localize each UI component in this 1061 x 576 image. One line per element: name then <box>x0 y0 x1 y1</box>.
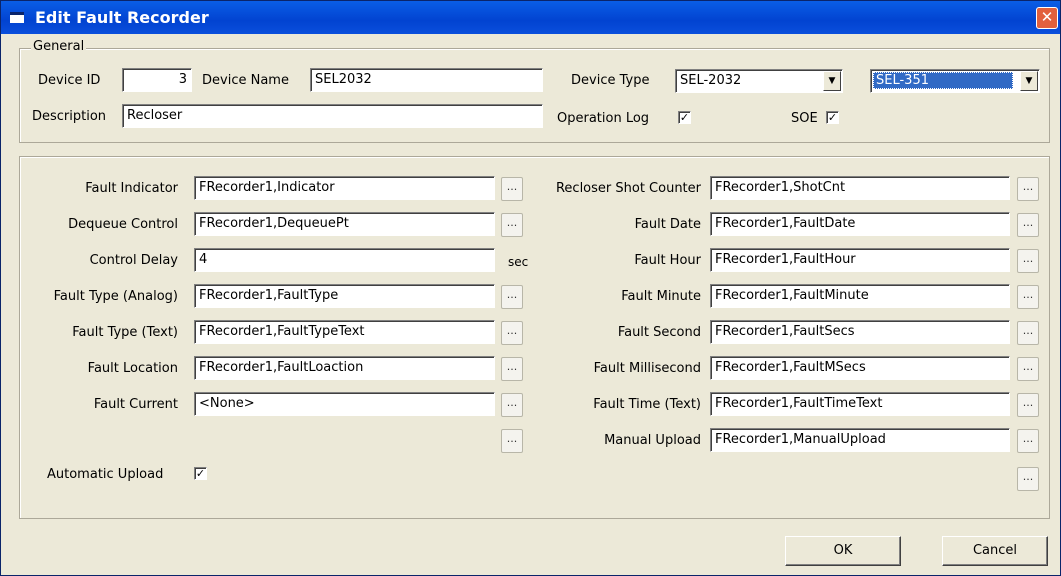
window-title: Edit Fault Recorder <box>35 8 209 27</box>
fault-minute-browse-button[interactable]: ... <box>1017 285 1039 309</box>
soe-label: SOE <box>791 111 818 126</box>
fault-date-browse-button[interactable]: ... <box>1017 213 1039 237</box>
recloser-shot-counter-field[interactable]: FRecorder1,ShotCnt <box>710 176 1010 200</box>
extra-browse-button[interactable]: ... <box>501 429 523 453</box>
fault-current-label: Fault Current <box>93 397 178 412</box>
control-delay-label: Control Delay <box>89 253 178 268</box>
general-legend: General <box>31 39 87 54</box>
operation-log-checkbox[interactable]: ✓ <box>678 111 691 124</box>
automatic-upload-label: Automatic Upload <box>47 467 164 482</box>
device-id-label: Device ID <box>38 73 101 88</box>
fault-second-browse-button[interactable]: ... <box>1017 321 1039 345</box>
fault-date-label: Fault Date <box>634 217 701 232</box>
fault-millisecond-label: Fault Millisecond <box>593 361 701 376</box>
description-field[interactable]: Recloser <box>122 104 543 128</box>
fault-time-text-label: Fault Time (Text) <box>593 397 701 412</box>
general-group <box>19 48 1050 143</box>
fault-type-text-browse-button[interactable]: ... <box>501 321 523 345</box>
fault-hour-browse-button[interactable]: ... <box>1017 249 1039 273</box>
fault-indicator-browse-button[interactable]: ... <box>501 177 523 201</box>
fault-time-text-browse-button[interactable]: ... <box>1017 393 1039 417</box>
automatic-upload-checkbox[interactable]: ✓ <box>194 467 207 480</box>
fault-millisecond-browse-button[interactable]: ... <box>1017 357 1039 381</box>
dequeue-control-label: Dequeue Control <box>68 217 178 232</box>
fault-location-field[interactable]: FRecorder1,FaultLoaction <box>194 356 495 380</box>
manual-upload-label: Manual Upload <box>604 433 701 448</box>
cancel-button[interactable]: Cancel <box>942 536 1048 566</box>
extra-right-browse-button[interactable]: ... <box>1017 467 1039 491</box>
dequeue-control-browse-button[interactable]: ... <box>501 213 523 237</box>
manual-upload-field[interactable]: FRecorder1,ManualUpload <box>710 428 1010 452</box>
fault-second-field[interactable]: FRecorder1,FaultSecs <box>710 320 1010 344</box>
device-type-value: SEL-2032 <box>680 73 742 88</box>
fault-indicator-label: Fault Indicator <box>85 181 178 196</box>
device-subtype-value: SEL-351 <box>873 72 1013 89</box>
fault-time-text-field[interactable]: FRecorder1,FaultTimeText <box>710 392 1010 416</box>
fault-minute-label: Fault Minute <box>621 289 701 304</box>
device-type-select[interactable]: SEL-2032 ▼ <box>675 69 843 93</box>
chevron-down-icon[interactable]: ▼ <box>1020 71 1038 91</box>
control-delay-field[interactable]: 4 <box>194 248 495 272</box>
fault-current-field[interactable]: <None> <box>194 392 495 416</box>
device-type-label: Device Type <box>571 73 650 88</box>
device-id-field[interactable]: 3 <box>122 68 192 92</box>
soe-checkbox[interactable]: ✓ <box>826 111 839 124</box>
manual-upload-browse-button[interactable]: ... <box>1017 429 1039 453</box>
fault-type-analog-label: Fault Type (Analog) <box>53 289 178 304</box>
fault-type-analog-browse-button[interactable]: ... <box>501 285 523 309</box>
fault-hour-label: Fault Hour <box>634 253 701 268</box>
fault-date-field[interactable]: FRecorder1,FaultDate <box>710 212 1010 236</box>
fault-location-label: Fault Location <box>87 361 178 376</box>
fault-indicator-field[interactable]: FRecorder1,Indicator <box>194 176 495 200</box>
device-subtype-select[interactable]: SEL-351 ▼ <box>870 69 1040 93</box>
close-button[interactable]: ✕ <box>1036 7 1058 29</box>
ok-button[interactable]: OK <box>785 536 901 566</box>
recloser-shot-counter-browse-button[interactable]: ... <box>1017 177 1039 201</box>
device-name-label: Device Name <box>202 73 289 88</box>
title-bar[interactable]: Edit Fault Recorder ✕ <box>1 1 1060 34</box>
dequeue-control-field[interactable]: FRecorder1,DequeuePt <box>194 212 495 236</box>
device-name-field[interactable]: SEL2032 <box>310 68 543 92</box>
fault-location-browse-button[interactable]: ... <box>501 357 523 381</box>
window-icon <box>10 12 24 23</box>
fault-second-label: Fault Second <box>617 325 701 340</box>
fault-type-text-field[interactable]: FRecorder1,FaultTypeText <box>194 320 495 344</box>
fault-type-text-label: Fault Type (Text) <box>72 325 178 340</box>
fault-millisecond-field[interactable]: FRecorder1,FaultMSecs <box>710 356 1010 380</box>
chevron-down-icon[interactable]: ▼ <box>823 71 841 91</box>
fault-minute-field[interactable]: FRecorder1,FaultMinute <box>710 284 1010 308</box>
recloser-shot-counter-label: Recloser Shot Counter <box>555 181 701 196</box>
fault-hour-field[interactable]: FRecorder1,FaultHour <box>710 248 1010 272</box>
fault-type-analog-field[interactable]: FRecorder1,FaultType <box>194 284 495 308</box>
operation-log-label: Operation Log <box>557 111 650 126</box>
description-label: Description <box>32 109 107 124</box>
fault-current-browse-button[interactable]: ... <box>501 393 523 417</box>
edit-fault-recorder-dialog: Edit Fault Recorder ✕ General Device ID … <box>0 0 1061 576</box>
